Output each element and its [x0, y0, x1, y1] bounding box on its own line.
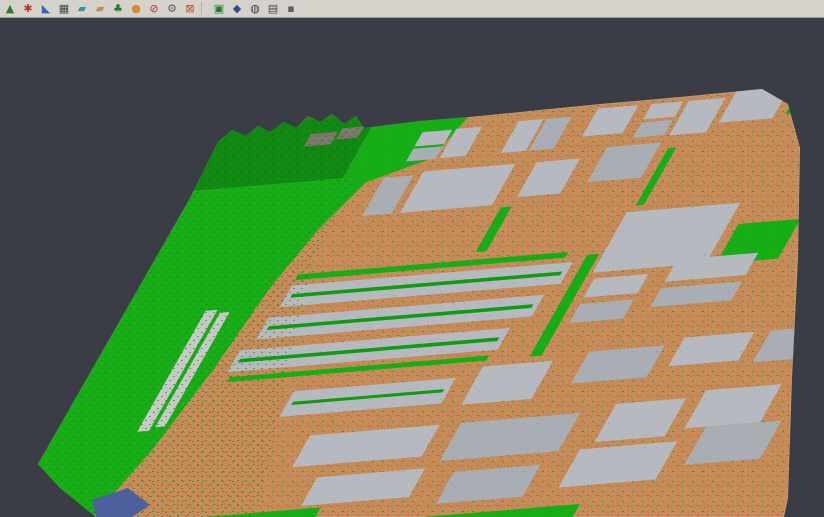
cyan-panel-icon[interactable]: ▰ [74, 1, 90, 16]
prism-icon[interactable]: ◣ [38, 1, 54, 16]
red-cross-box-icon[interactable]: ⊠ [182, 1, 198, 16]
chip-icon[interactable]: ▪ [283, 1, 299, 16]
main-toolbar: ▲ ✱ ◣ ▦ ▰ ▰ ♣ ● ⊘ ⚙ ⊠ ▣ ◆ ◍ ▤ ▪ [0, 0, 824, 18]
globe-icon[interactable]: ◍ [247, 1, 263, 16]
chip-icon-glyph: ▪ [287, 3, 294, 14]
flower-icon-glyph: ✱ [23, 3, 32, 14]
dark-grid-icon[interactable]: ▦ [56, 1, 72, 16]
dark-panel-icon-glyph: ▤ [268, 3, 278, 14]
toolbar-separator [201, 2, 208, 15]
orange-circle-icon-glyph: ● [131, 3, 141, 14]
flower-icon[interactable]: ✱ [20, 1, 36, 16]
globe-icon-glyph: ◍ [250, 3, 260, 14]
blue-diamond-icon[interactable]: ◆ [229, 1, 245, 16]
green-box-icon[interactable]: ▣ [211, 1, 227, 16]
no-entry-icon-glyph: ⊘ [149, 3, 158, 14]
cyan-panel-icon-glyph: ▰ [78, 3, 86, 14]
red-cross-box-icon-glyph: ⊠ [185, 3, 194, 14]
scene-3d-canvas[interactable] [0, 18, 824, 517]
viewport-3d[interactable] [0, 18, 824, 517]
gear-icon-glyph: ⚙ [167, 3, 177, 14]
orange-panel-icon-glyph: ▰ [96, 3, 104, 14]
dark-grid-icon-glyph: ▦ [59, 3, 69, 14]
green-box-icon-glyph: ▣ [214, 3, 224, 14]
terrain-icon[interactable]: ▲ [2, 1, 18, 16]
blue-diamond-icon-glyph: ◆ [233, 3, 241, 14]
leaf-icon-glyph: ♣ [113, 3, 123, 14]
leaf-icon[interactable]: ♣ [110, 1, 126, 16]
terrain-icon-glyph: ▲ [6, 3, 14, 14]
application-window: ▲ ✱ ◣ ▦ ▰ ▰ ♣ ● ⊘ ⚙ ⊠ ▣ ◆ ◍ ▤ ▪ [0, 0, 824, 517]
vegetation-patch [785, 77, 824, 114]
pointcloud-noise-overlay [0, 18, 824, 517]
orange-circle-icon[interactable]: ● [128, 1, 144, 16]
orange-panel-icon[interactable]: ▰ [92, 1, 108, 16]
no-entry-icon[interactable]: ⊘ [146, 1, 162, 16]
prism-icon-glyph: ◣ [42, 3, 50, 14]
gear-icon[interactable]: ⚙ [164, 1, 180, 16]
dark-panel-icon[interactable]: ▤ [265, 1, 281, 16]
